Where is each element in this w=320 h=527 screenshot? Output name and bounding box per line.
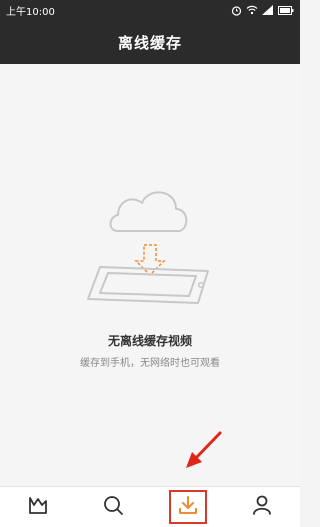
offline-cache-screen: 上午10:00 离线缓存 无离线缓存视频 缓存到手机，无网络时也可观看 [0, 0, 300, 527]
download-icon [177, 494, 199, 520]
status-bar: 上午10:00 [0, 0, 300, 20]
annotation-arrow-icon [182, 430, 224, 476]
bottom-nav [0, 486, 300, 527]
cloud-download-to-phone-icon [80, 179, 220, 318]
signal-icon [262, 5, 274, 15]
home-logo-icon [27, 494, 49, 520]
status-time: 上午10:00 [6, 6, 55, 18]
nav-profile[interactable] [242, 489, 282, 525]
nav-download[interactable] [168, 490, 207, 524]
empty-state-title: 无离线缓存视频 [107, 334, 192, 348]
nav-search[interactable] [93, 489, 133, 525]
empty-state-subtitle: 缓存到手机，无网络时也可观看 [80, 358, 220, 369]
status-bar-left: 上午10:00 [6, 3, 55, 18]
nav-home[interactable] [18, 489, 58, 525]
header: 离线缓存 [0, 20, 300, 64]
search-icon [102, 494, 124, 520]
status-bar-right [231, 5, 294, 16]
alarm-icon [231, 5, 242, 16]
empty-state: 无离线缓存视频 缓存到手机，无网络时也可观看 [0, 64, 300, 460]
battery-icon [278, 5, 294, 15]
page-title: 离线缓存 [117, 33, 182, 52]
user-icon [251, 494, 273, 520]
wifi-icon [246, 5, 258, 15]
